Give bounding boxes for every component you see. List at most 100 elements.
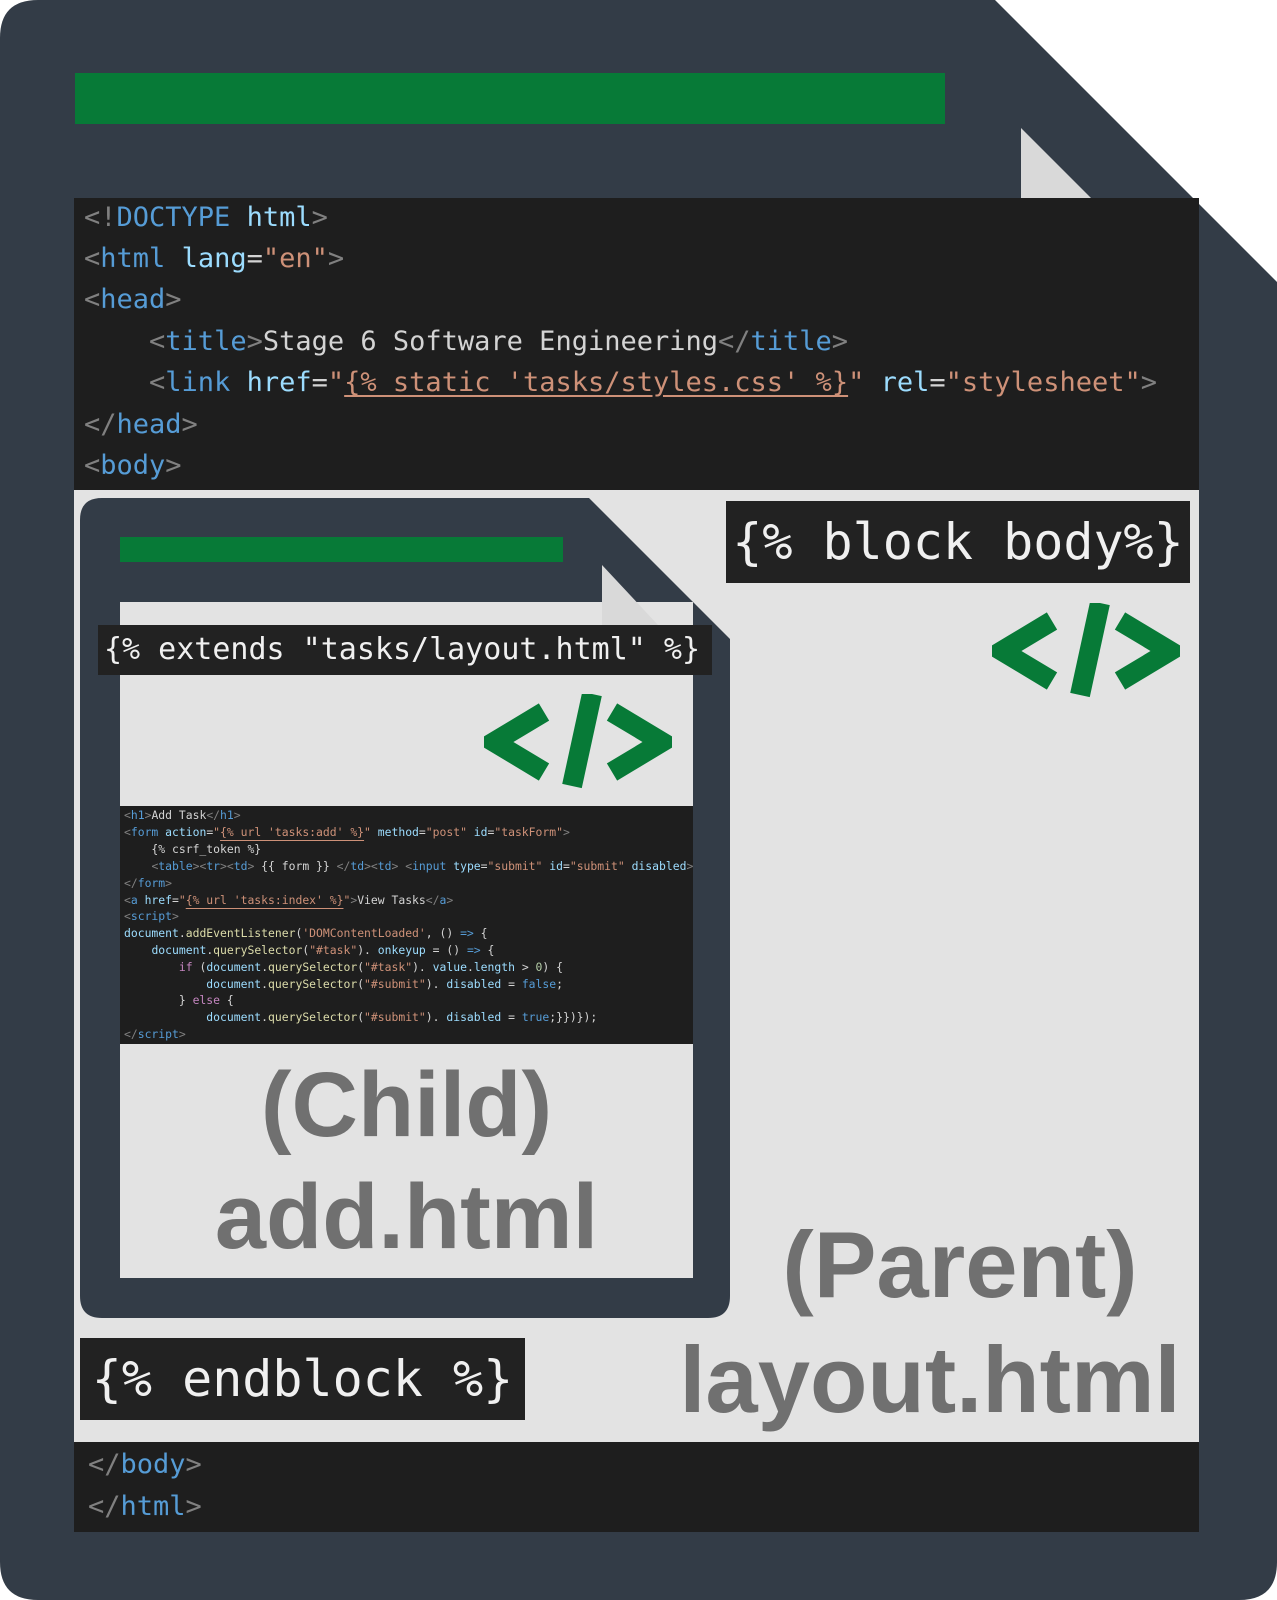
code-token: > [172,909,179,923]
code-token: document [206,977,262,991]
code-token: > [233,808,241,822]
code-token: html [120,1491,186,1522]
code-token: tr [206,859,221,873]
code-token: = [562,859,570,873]
code-token: type [453,859,481,873]
code-token: <! [84,202,117,233]
code-token: </ [124,1027,138,1041]
code-token: td [233,859,248,873]
code-token: 'DOMContentLoaded' [302,926,426,940]
code-token: > [514,960,536,974]
code-line: <head> [84,280,182,320]
code-line: <h1>Add Task</h1> [124,807,241,824]
code-token: . [178,926,186,940]
code-token: querySelector [268,960,358,974]
code-token: document [206,1010,262,1024]
code-line: if (document.querySelector("#task"). val… [124,959,563,976]
code-token: ). [425,977,447,991]
extends-tag: {% extends "tasks/layout.html" %} [98,625,712,675]
parent-filename-label: layout.html [679,1327,1181,1432]
code-token: ; [556,977,563,991]
code-line: document.querySelector("#task"). onkeyup… [124,942,494,959]
code-line: <script> [124,908,179,925]
code-token: "#task" [309,943,358,957]
block-body-tag: {% block body%} [726,501,1190,583]
code-token: = [246,243,263,274]
code-token: < [124,909,131,923]
code-token: = [501,977,522,991]
code-token: body [120,1449,186,1480]
code-line: <body> [84,446,182,486]
code-token: href [246,367,312,398]
code-token: = [480,859,488,873]
parent-code-bottom: </body> </html> [74,1442,1199,1532]
code-line: document.querySelector("#submit"). disab… [124,976,563,993]
code-token: {% url 'tasks:add' %} [220,825,365,839]
code-line: <title>Stage 6 Software Engineering</tit… [84,322,848,362]
code-token: . [261,1010,269,1024]
code-token: => [460,926,474,940]
code-line: document.addEventListener('DOMContentLoa… [124,925,488,942]
code-token: >< [364,859,378,873]
code-token: >< [192,859,207,873]
code-token: html [246,202,312,233]
code-token: = () [425,943,467,957]
code-token: > [181,409,198,440]
code-token: false [521,977,557,991]
code-token: . [466,960,474,974]
code-token: else [192,993,221,1007]
code-token: querySelector [213,943,303,957]
code-token: ). [425,1010,447,1024]
code-token: > [327,243,345,274]
code-token: "stylesheet" [945,367,1141,398]
code-token: > [165,876,173,890]
code-token: head [100,284,166,315]
code-token: "submit" [569,859,625,873]
code-token: > [686,859,694,873]
code-line: <form action = "{% url 'tasks:add' %}" met… [124,824,570,841]
code-token: < [124,825,131,839]
code-token: h1 [220,808,234,822]
code-token: "#submit" [364,1010,426,1024]
code-token: ). [357,943,378,957]
code-token: . [261,977,269,991]
code-line: </body> [88,1445,202,1485]
code-token: > [311,202,328,233]
code-token: ;}})}); [549,1010,598,1024]
child-code: <h1>Add Task</h1> <form action="{% url '… [120,806,693,1044]
code-token: disabled [631,859,687,873]
code-token: "submit" [487,859,543,873]
code-token: script [130,909,173,923]
code-token: length [473,960,515,974]
code-token: action [165,825,207,839]
code-token: head [116,409,182,440]
code-token: DOCTYPE [116,202,231,233]
code-line: </script> [124,1026,186,1043]
code-token: < [84,243,101,274]
code-token: form [130,825,159,839]
code-token: </ [88,1449,121,1480]
code-token: < [84,450,101,481]
code-token: </ [124,876,138,890]
code-token: title [165,326,247,357]
parent-role-label: (Parent) [782,1212,1138,1317]
code-token: = [311,367,328,398]
code-token: form [137,876,166,890]
code-token: > [562,825,570,839]
code-token: " [848,367,865,398]
parent-title-bar [75,73,945,124]
code-token: td [350,859,365,873]
child-title-bar [120,537,563,562]
code-token: ). [412,960,433,974]
code-token: if [178,960,193,974]
code-line: <link href="{% static 'tasks/styles.css'… [84,363,1157,403]
code-token: " [178,893,186,907]
code-token: > [165,450,182,481]
